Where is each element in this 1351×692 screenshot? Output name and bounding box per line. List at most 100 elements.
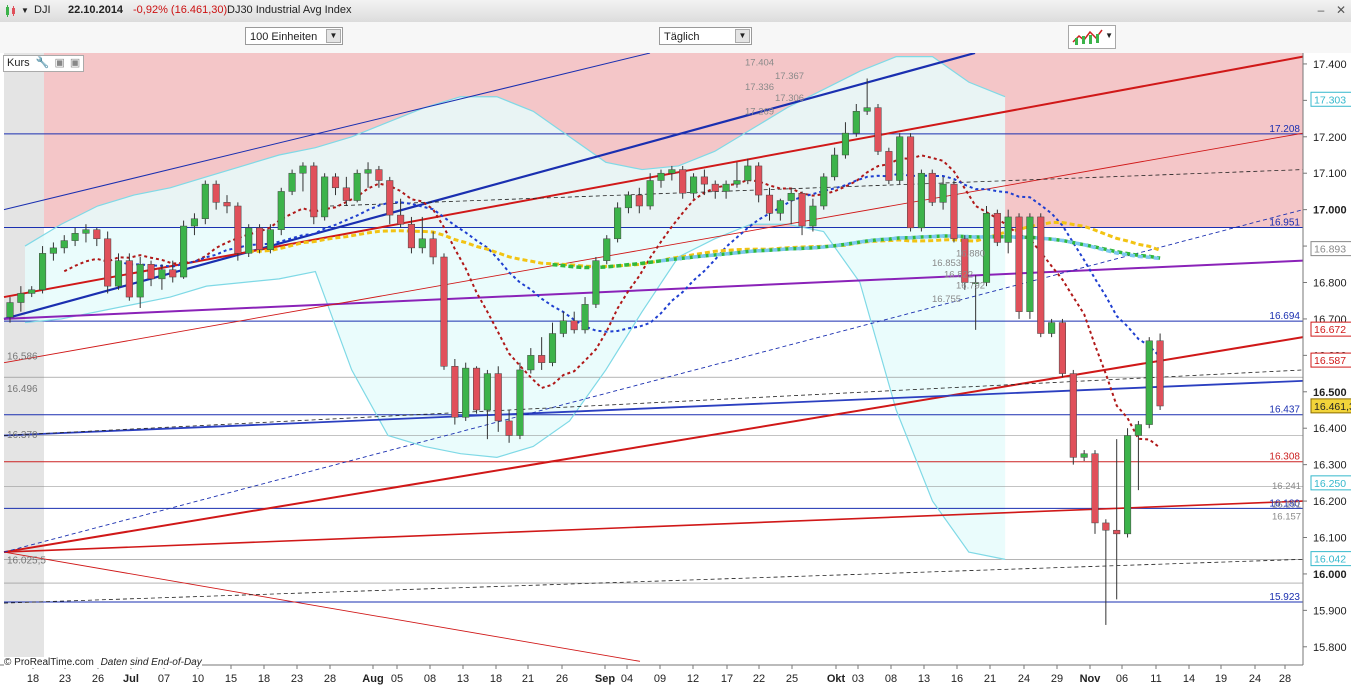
candle-body [28,289,36,294]
fullscreen-icon[interactable]: ▣ [70,57,80,69]
chevron-down-icon[interactable]: ▼ [1105,31,1113,40]
candle-body [852,111,860,134]
candle-body [614,207,622,240]
price-tag-label: 16.893 [1314,244,1346,256]
x-tick-label: 08 [885,673,897,685]
candle-body [1015,216,1023,312]
candle-body [570,320,578,331]
candle-body [1004,216,1012,243]
x-tick-label: 23 [59,673,71,685]
candle-body [950,183,958,240]
candle-body [907,136,915,229]
candle-body [939,183,947,203]
candle-body [190,218,198,227]
candle-body [559,320,567,334]
x-tick-label: 14 [1183,673,1195,685]
wrench-icon[interactable]: 🔧 [36,57,50,69]
dropdown-arrow-icon[interactable]: ▼ [21,6,29,15]
candle-body [841,132,850,156]
level-label: 15.923 [1269,592,1300,603]
x-tick-label: 21 [984,673,996,685]
chart-style-button[interactable]: ▼ [1068,25,1116,49]
fib-label: 16.241 [1272,481,1301,492]
fib-label: 17.404 [745,57,774,68]
level-label: 16.951 [1269,217,1300,228]
fib-label: 17.306 [775,93,804,104]
candle-body [711,183,719,192]
left-level-label: 16.370 [7,430,38,441]
candle-body [993,213,1001,243]
candle-body [765,194,774,214]
settings-icon[interactable]: ▣ [54,57,64,69]
candle-body [6,302,14,318]
candle-body [722,183,730,192]
y-tick-label: 16.100 [1313,533,1347,545]
x-tick-label: 24 [1018,673,1030,685]
candle-body [548,333,557,363]
candle-body [93,229,101,240]
y-tick-label: 16.200 [1313,496,1347,508]
level-label: 16.694 [1269,311,1300,322]
chevron-down-icon[interactable]: ▼ [326,29,341,43]
y-tick-label: 15.800 [1313,642,1347,654]
y-tick-label: 16.800 [1313,278,1347,290]
candle-body [451,366,459,418]
candle-body [744,165,752,181]
candle-body [223,202,231,207]
candle-body [1102,522,1110,531]
price-chart[interactable]: 17.20816.95116.69416.43716.30816.18015.9… [0,51,1351,689]
fib-label: 16.822 [944,269,973,280]
candle-body [668,169,676,174]
candle-body [440,256,448,367]
candle-body [331,176,340,189]
candle-body [17,293,25,303]
x-tick-label: 21 [522,673,534,685]
chart-type-icon[interactable] [4,4,18,18]
title-bar: ▼ DJI 22.10.2014 -0,92% (16.461,30) DJ30… [0,0,1351,23]
x-tick-label: 04 [621,673,633,685]
chevron-down-icon[interactable]: ▼ [735,29,750,43]
y-tick-label: 17.400 [1313,59,1347,71]
panel-label: Kurs [7,57,30,69]
copyright-text: © ProRealTime.com [4,657,94,668]
trendline-dashed-black [3,558,1304,604]
candle-body [1058,322,1067,374]
y-tick-label: 17.000 [1313,205,1347,217]
level-label: 16.437 [1269,405,1300,416]
candle-body [201,183,209,219]
units-select-value: 100 Einheiten [250,31,318,43]
candle-body [397,214,405,225]
x-tick-label: Sep [595,673,615,685]
candle-body [896,136,904,181]
fib-label: 16.853 [932,258,961,269]
x-tick-label: 11 [1150,673,1161,685]
candle-body [473,367,481,411]
period-select[interactable]: Täglich ▼ [659,27,752,45]
candle-body [700,176,708,185]
candle-body [234,205,242,254]
fib-label: 16.755 [932,294,961,305]
units-select[interactable]: 100 Einheiten ▼ [245,27,343,45]
candle-body [657,172,665,181]
candle-body [679,169,687,194]
candle-body [1080,453,1088,458]
x-tick-label: 18 [490,673,502,685]
candle-body [364,169,372,174]
level-label: 17.208 [1269,124,1300,135]
x-tick-label: Jul [123,673,139,685]
candle-body [820,176,828,207]
close-button[interactable]: ✕ [1333,2,1349,18]
candle-body [516,369,524,436]
y-tick-label: 16.500 [1313,387,1347,399]
level-label: 16.308 [1269,452,1300,463]
minimize-button[interactable]: – [1313,2,1329,18]
x-tick-label: Aug [362,673,383,685]
y-tick-label: 17.200 [1313,132,1347,144]
fib-label: 16.191 [1272,499,1301,510]
trendline-red-down [3,551,641,662]
x-tick-label: 25 [786,673,798,685]
candle-body [114,260,123,287]
candle-body [538,355,546,363]
candle-body [212,183,220,203]
date-label: 22.10.2014 [68,4,124,16]
